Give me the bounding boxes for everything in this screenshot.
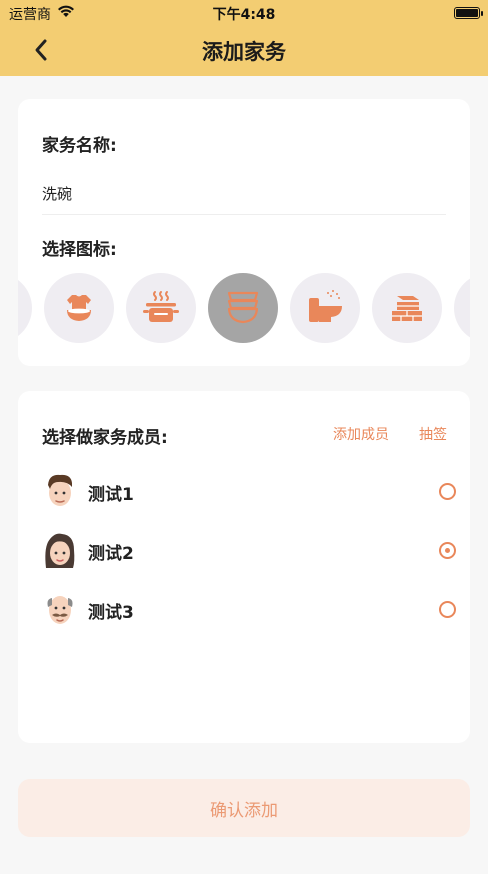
old-man-avatar-icon [47, 596, 73, 624]
toilet-icon [309, 290, 342, 322]
woman-avatar-icon [45, 533, 75, 568]
icon-option-partial-right[interactable] [454, 273, 470, 343]
icon-option-bowls[interactable] [208, 273, 278, 343]
icon-option-partial-left[interactable] [18, 273, 32, 343]
icon-option-pot[interactable] [126, 273, 196, 343]
draw-lots-button[interactable]: 抽签 [419, 424, 447, 444]
status-time: 下午4:48 [212, 7, 276, 23]
member-name: 测试1 [88, 485, 134, 505]
chore-name-label: 家务名称: [42, 136, 117, 156]
member-name: 测试3 [88, 603, 134, 623]
member-radio[interactable] [439, 601, 456, 618]
member-row[interactable]: 测试3 [18, 585, 470, 633]
member-row[interactable]: 测试2 [18, 526, 470, 574]
man-avatar-icon [48, 474, 72, 506]
icon-select-label: 选择图标: [42, 240, 117, 260]
bricks-icon [392, 296, 422, 321]
member-radio-selected[interactable] [439, 542, 456, 559]
icon-option-bricks[interactable] [372, 273, 442, 343]
add-member-button[interactable]: 添加成员 [333, 424, 389, 444]
members-title: 选择做家务成员: [42, 428, 168, 448]
pot-icon [143, 291, 179, 322]
confirm-add-button[interactable]: 确认添加 [18, 779, 470, 837]
battery-icon [454, 7, 483, 19]
page-title: 添加家务 [202, 40, 286, 64]
header-bar: 运营商 下午4:48 添加家务 [0, 0, 488, 76]
chore-name-input[interactable] [42, 173, 446, 215]
tshirt-icon [67, 295, 91, 321]
member-name: 测试2 [88, 544, 134, 564]
chore-info-card: 家务名称: 选择图标: [18, 99, 470, 366]
members-card: 选择做家务成员: 添加成员 抽签 测试1 测试2 测试3 [18, 391, 470, 743]
member-radio[interactable] [439, 483, 456, 500]
icon-option-tshirt[interactable] [44, 273, 114, 343]
status-bar: 运营商 下午4:48 [0, 0, 488, 26]
icon-selector[interactable] [18, 273, 470, 347]
member-row[interactable]: 测试1 [18, 467, 470, 515]
icon-option-toilet[interactable] [290, 273, 360, 343]
bowls-icon [227, 291, 259, 324]
